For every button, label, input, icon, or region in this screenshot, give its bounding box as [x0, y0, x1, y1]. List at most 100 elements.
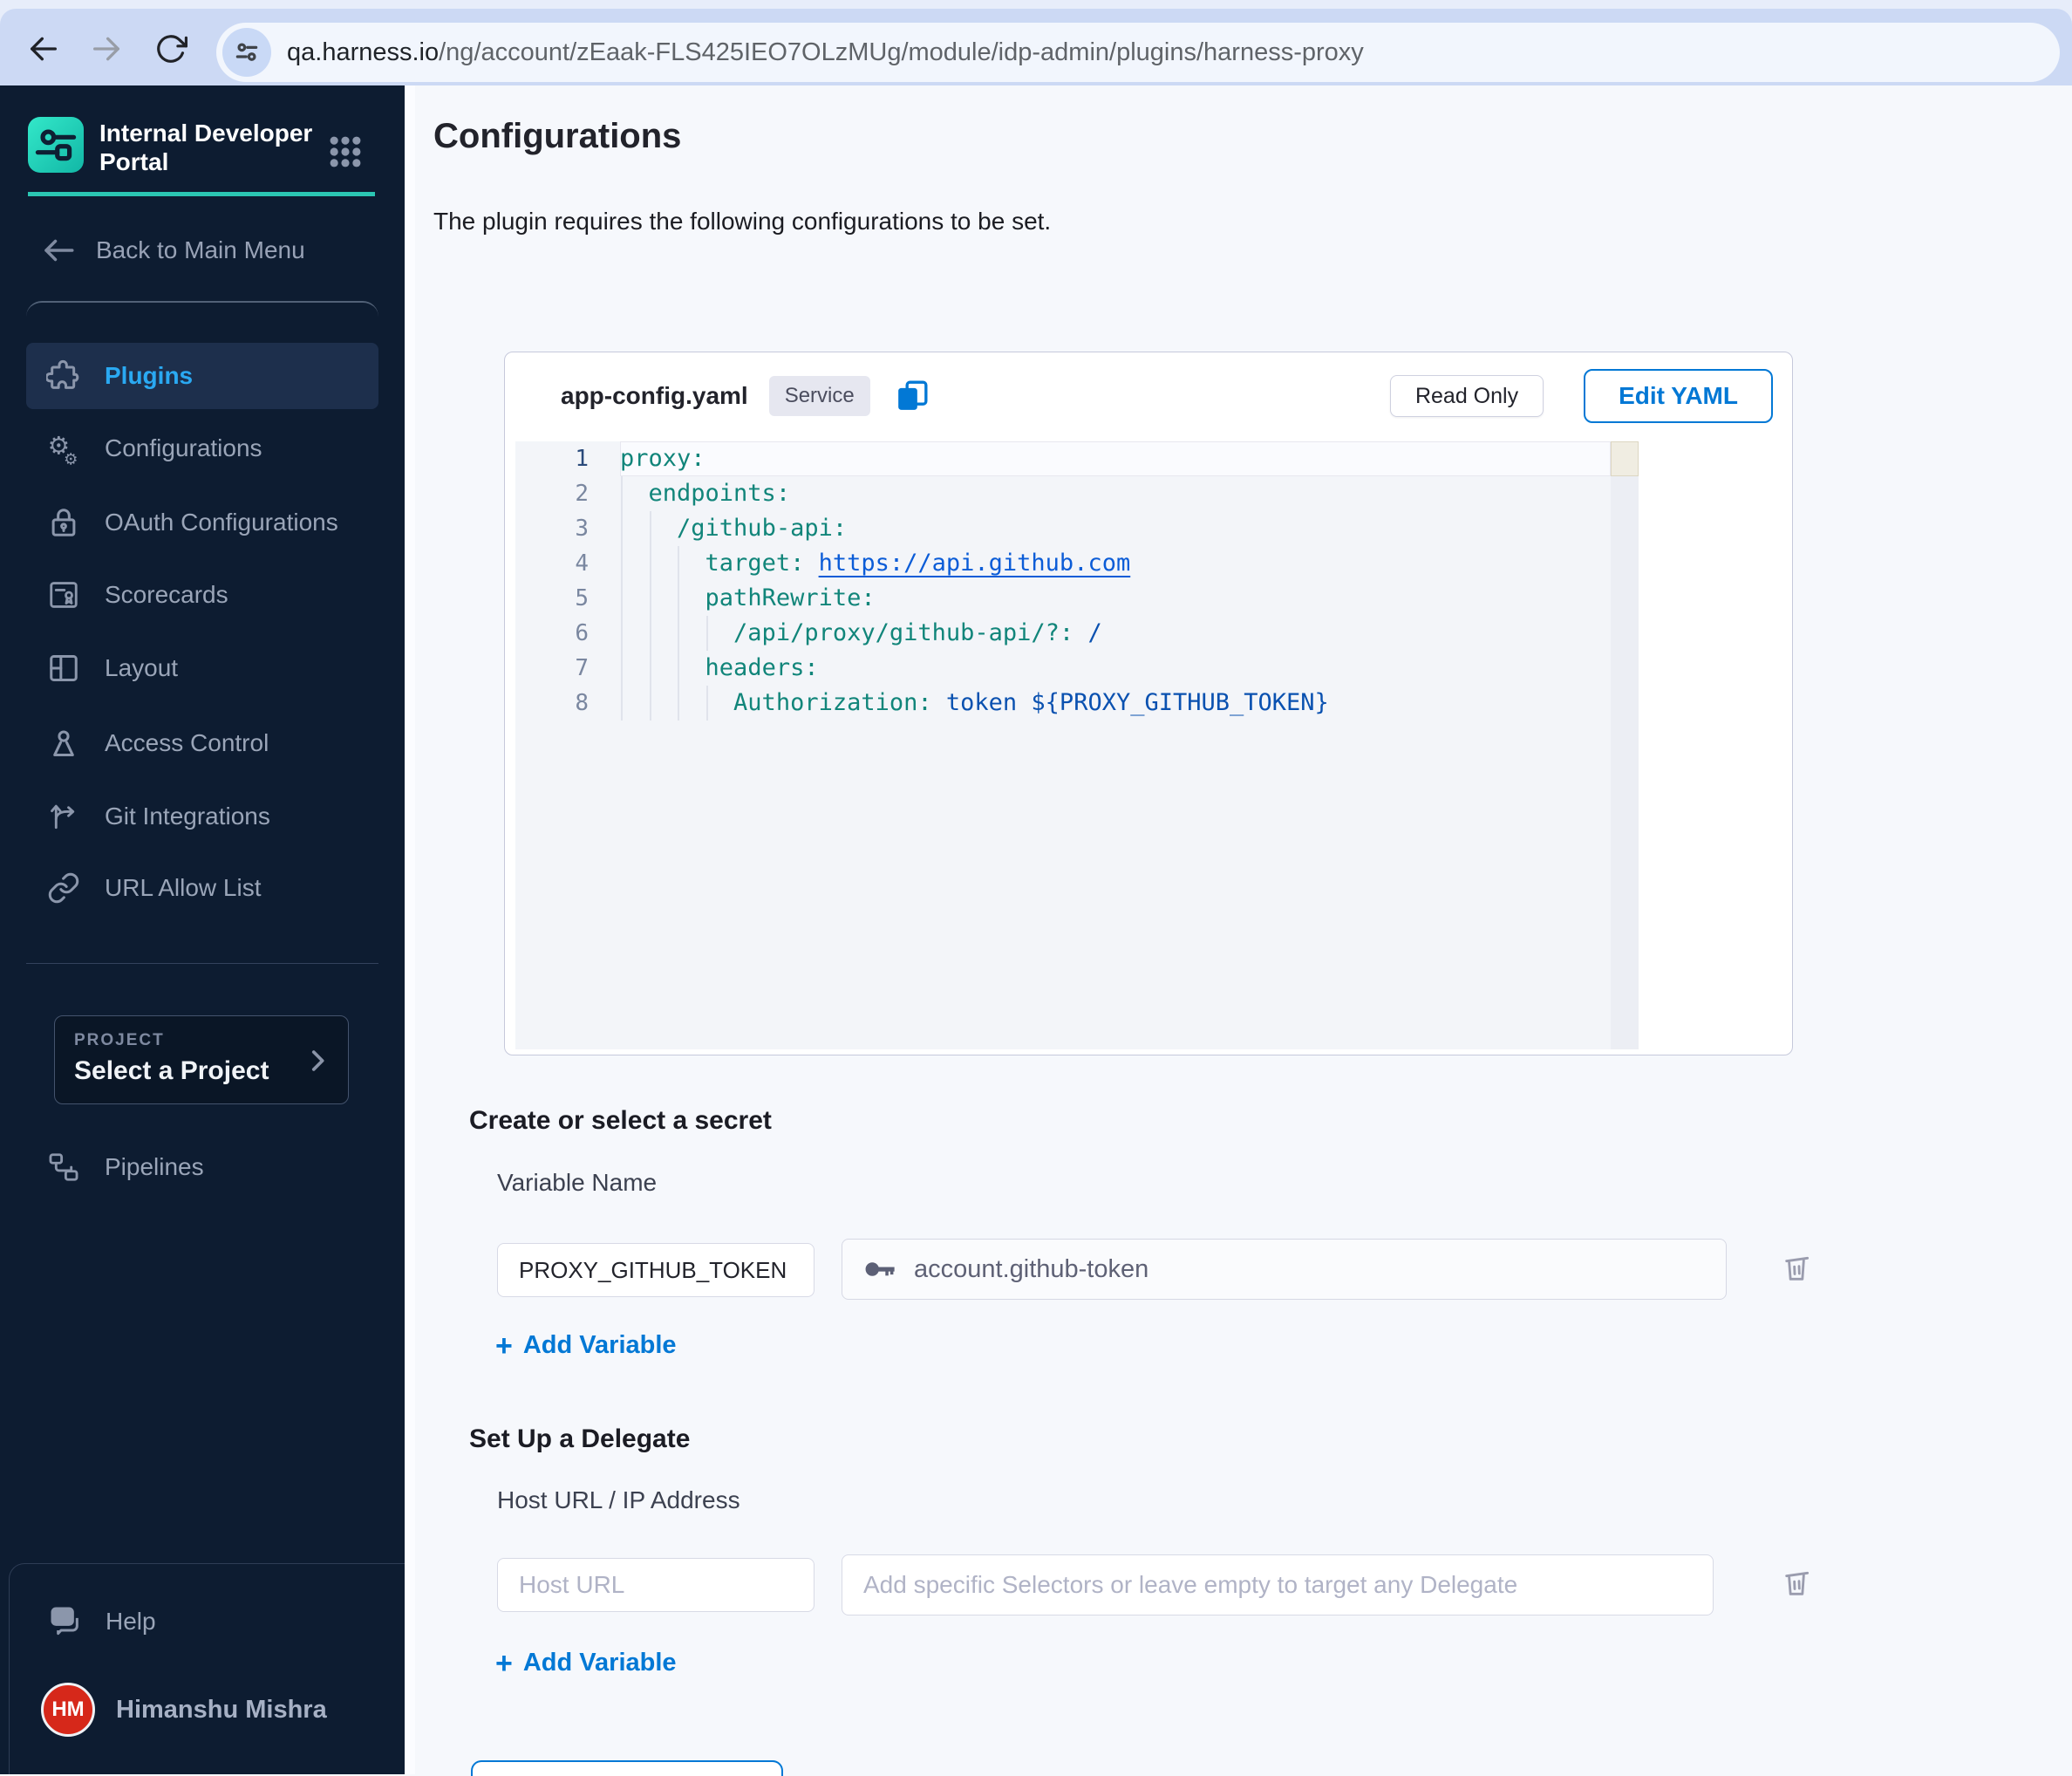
- svg-text:⚙: ⚙: [64, 450, 78, 466]
- brand: Internal Developer Portal: [28, 117, 312, 176]
- code-value: token ${PROXY_GITHUB_TOKEN}: [946, 689, 1329, 716]
- variable-name-input[interactable]: [497, 1243, 814, 1297]
- key-icon: [862, 1251, 898, 1288]
- person-icon: [45, 727, 82, 760]
- line-number: 7: [515, 651, 589, 686]
- yaml-filename: app-config.yaml: [561, 382, 748, 410]
- line-number: 2: [515, 476, 589, 511]
- code-indent: [620, 584, 705, 611]
- sidebar-divider: [26, 963, 378, 964]
- sidebar-item-scorecards[interactable]: Scorecards: [26, 562, 378, 628]
- sidebar: Internal Developer Portal Back to Main M…: [0, 85, 405, 1774]
- code-link[interactable]: https://api.github.com: [819, 550, 1131, 577]
- lock-icon: [45, 506, 82, 539]
- line-number: 6: [515, 616, 589, 651]
- add-variable-label: Add Variable: [523, 1649, 677, 1677]
- brand-title: Internal Developer Portal: [99, 119, 312, 176]
- code-line: 1 proxy:: [515, 441, 1611, 476]
- help-item[interactable]: ? Help: [48, 1588, 156, 1655]
- code-line: 7 headers:: [515, 651, 1611, 686]
- browser-forward-button[interactable]: [87, 30, 126, 68]
- code-line: 4 target: https://api.github.com: [515, 546, 1611, 581]
- site-info-icon[interactable]: [222, 28, 271, 77]
- line-number: 4: [515, 546, 589, 581]
- brand-underline: [28, 192, 375, 196]
- sidebar-item-git-integrations[interactable]: Git Integrations: [26, 783, 378, 850]
- code-indent: [620, 689, 733, 716]
- code-indent: [620, 515, 677, 542]
- url-path: /ng/account/zEaak-FLS425IEO7OLzMUg/modul…: [439, 38, 1364, 66]
- address-bar[interactable]: qa.harness.io/ng/account/zEaak-FLS425IEO…: [216, 23, 2060, 82]
- layout-icon: [45, 652, 82, 685]
- sidebar-item-layout[interactable]: Layout: [26, 635, 378, 701]
- delegate-section-heading: Set Up a Delegate: [469, 1424, 690, 1454]
- line-number: 8: [515, 686, 589, 721]
- plus-icon: +: [495, 1650, 513, 1677]
- url-text: qa.harness.io/ng/account/zEaak-FLS425IEO…: [287, 38, 1364, 67]
- code-line: 5 pathRewrite:: [515, 581, 1611, 616]
- url-domain: qa.harness.io: [287, 38, 439, 66]
- apps-grid-icon[interactable]: [328, 134, 363, 174]
- project-label: PROJECT: [74, 1031, 329, 1050]
- browser-chrome: qa.harness.io/ng/account/zEaak-FLS425IEO…: [0, 0, 2072, 85]
- host-url-input[interactable]: [497, 1558, 814, 1612]
- code-key: proxy:: [620, 445, 705, 472]
- pipelines-icon: [45, 1151, 82, 1184]
- sidebar-item-access-control[interactable]: Access Control: [26, 710, 378, 776]
- delete-secret-row-button[interactable]: [1777, 1248, 1816, 1287]
- back-label: Back to Main Menu: [96, 236, 305, 264]
- sidebar-item-configurations[interactable]: ⚙⚙ Configurations: [26, 415, 378, 482]
- code-key: headers:: [705, 654, 819, 681]
- back-to-main-menu[interactable]: Back to Main Menu: [40, 232, 305, 269]
- add-variable-link-delegate[interactable]: + Add Variable: [495, 1649, 677, 1677]
- secret-select[interactable]: account.github-token: [842, 1239, 1727, 1300]
- save-button-partial[interactable]: [471, 1760, 783, 1776]
- sidebar-item-label: Configurations: [105, 434, 262, 462]
- code-line: 3 /github-api:: [515, 511, 1611, 546]
- secret-section-heading: Create or select a secret: [469, 1106, 772, 1136]
- sidebar-item-pipelines[interactable]: Pipelines: [26, 1134, 378, 1200]
- add-variable-label: Add Variable: [523, 1331, 677, 1360]
- delegate-selectors-input[interactable]: [842, 1554, 1714, 1615]
- user-profile[interactable]: HM Himanshu Mishra: [41, 1683, 327, 1737]
- copy-icon[interactable]: [895, 379, 930, 413]
- idp-logo-icon: [28, 117, 84, 173]
- code-key: /api/proxy/github-api/?:: [733, 619, 1087, 646]
- sidebar-item-oauth-configurations[interactable]: OAuth Configurations: [26, 489, 378, 556]
- edit-yaml-button[interactable]: Edit YAML: [1584, 369, 1773, 423]
- code-value: /: [1087, 619, 1101, 646]
- code-key: pathRewrite:: [705, 584, 876, 611]
- delete-delegate-row-button[interactable]: [1777, 1563, 1816, 1602]
- code-indent: [620, 550, 705, 577]
- line-number: 3: [515, 511, 589, 546]
- read-only-button[interactable]: Read Only: [1390, 375, 1544, 417]
- code-key: endpoints:: [649, 480, 791, 507]
- scorecard-icon: [45, 578, 82, 611]
- yaml-card-header: app-config.yaml Service Read Only Edit Y…: [505, 352, 1792, 440]
- sidebar-item-label: Pipelines: [105, 1153, 204, 1181]
- code-key: /github-api:: [677, 515, 847, 542]
- add-variable-link-secret[interactable]: + Add Variable: [495, 1331, 677, 1360]
- editor-scrollbar[interactable]: [1611, 441, 1639, 1049]
- sidebar-item-url-allow-list[interactable]: URL Allow List: [26, 855, 378, 921]
- git-branch-arrows-icon: [45, 800, 82, 833]
- browser-reload-button[interactable]: [152, 30, 190, 68]
- project-selector[interactable]: PROJECT Select a Project: [54, 1015, 349, 1104]
- help-label: Help: [106, 1608, 156, 1636]
- browser-back-button[interactable]: [24, 30, 63, 68]
- brand-line2: Portal: [99, 147, 312, 176]
- sidebar-item-label: Plugins: [105, 362, 193, 390]
- code-indent: [620, 619, 733, 646]
- sidebar-item-plugins[interactable]: Plugins: [26, 343, 378, 409]
- code-line: 6 /api/proxy/github-api/?: /: [515, 616, 1611, 651]
- menu-divider-top: [26, 301, 378, 336]
- back-arrow-icon: [40, 232, 77, 269]
- main-content: Configurations The plugin requires the f…: [405, 85, 2072, 1774]
- yaml-editor[interactable]: 1 proxy: 2 endpoints: 3 /github-api: 4 t…: [515, 441, 1639, 1049]
- sidebar-item-label: OAuth Configurations: [105, 509, 338, 536]
- sidebar-item-label: Scorecards: [105, 581, 228, 609]
- code-indent: [620, 480, 649, 507]
- sidebar-item-label: Access Control: [105, 729, 269, 757]
- plus-icon: +: [495, 1333, 513, 1359]
- code-indent: [620, 654, 705, 681]
